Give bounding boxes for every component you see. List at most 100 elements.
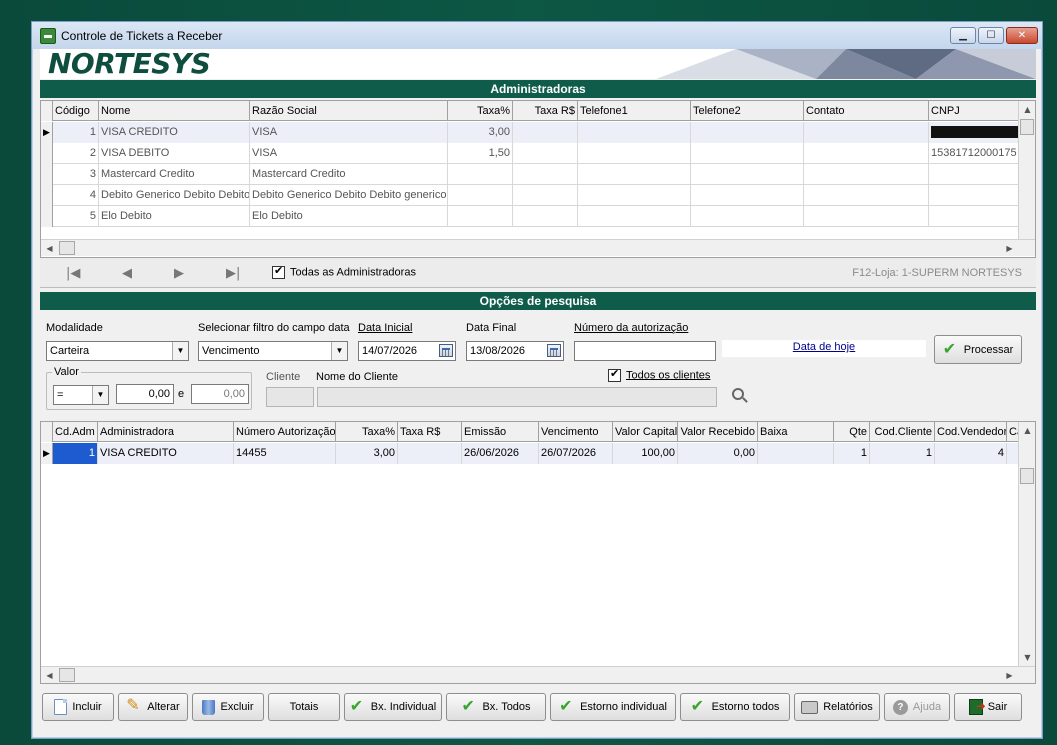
modalidade-select[interactable]: Carteira ▼ xyxy=(46,341,189,361)
scroll-down-icon[interactable]: ▼ xyxy=(1019,649,1035,666)
col-taxa-pct[interactable]: Taxa% xyxy=(448,101,513,121)
admin-row[interactable]: 4 Debito Generico Debito Debito g Debito… xyxy=(41,185,1019,206)
all-admins-checkbox[interactable]: Todas as Administradoras xyxy=(272,264,416,279)
cnpj-redacted xyxy=(929,122,1019,143)
tickets-grid[interactable]: Cd.Adm Administradora Número Autorização… xyxy=(40,421,1036,684)
checkbox-icon xyxy=(608,367,621,382)
data-hoje-link[interactable]: Data de hoje xyxy=(793,341,855,353)
banner-decoration xyxy=(656,49,1036,79)
search-icon[interactable] xyxy=(732,388,744,400)
cliente-label: Cliente xyxy=(266,371,301,383)
scroll-left-icon[interactable]: ◀ xyxy=(41,240,58,257)
scroll-thumb[interactable] xyxy=(59,241,75,255)
data-inicial-input[interactable]: 14/07/2026 xyxy=(358,341,456,361)
check-icon xyxy=(461,696,477,716)
col-contato[interactable]: Contato xyxy=(804,101,929,121)
nome-cliente-input[interactable] xyxy=(317,387,717,407)
ajuda-button[interactable]: ? Ajuda xyxy=(884,693,950,721)
bx-todos-button[interactable]: Bx. Todos xyxy=(446,693,546,721)
title-bar[interactable]: Controle de Tickets a Receber ▁ ☐ ✕ xyxy=(32,22,1042,49)
col-valor-recebido[interactable]: Valor Recebido xyxy=(678,422,758,442)
row-pointer-icon: ▶ xyxy=(41,443,53,464)
check-icon xyxy=(350,696,366,716)
maximize-button[interactable]: ☐ xyxy=(978,27,1004,44)
col-telefone2[interactable]: Telefone2 xyxy=(691,101,804,121)
tickets-horizontal-scrollbar[interactable]: ◀ ▶ xyxy=(41,666,1035,683)
admins-grid-header: Código Nome Razão Social Taxa% Taxa R$ T… xyxy=(41,101,1019,121)
last-record-icon[interactable]: ▶| xyxy=(226,266,240,281)
admins-grid[interactable]: Código Nome Razão Social Taxa% Taxa R$ T… xyxy=(40,100,1036,258)
estorno-individual-button[interactable]: Estorno individual xyxy=(550,693,676,721)
filtro-data-select[interactable]: Vencimento ▼ xyxy=(198,341,348,361)
scroll-thumb[interactable] xyxy=(1020,468,1034,484)
scroll-up-icon[interactable]: ▲ xyxy=(1019,422,1035,439)
col-qte[interactable]: Qte xyxy=(834,422,870,442)
window-title: Controle de Tickets a Receber xyxy=(61,28,223,43)
excluir-button[interactable]: Excluir xyxy=(192,693,264,721)
col-codigo[interactable]: Código xyxy=(53,101,99,121)
col-emissao[interactable]: Emissão xyxy=(462,422,539,442)
scroll-right-icon[interactable]: ▶ xyxy=(1001,240,1018,257)
tickets-vertical-scrollbar[interactable]: ▲ ▼ xyxy=(1018,422,1035,666)
autorizacao-input[interactable] xyxy=(574,341,716,361)
prior-record-icon[interactable]: ◀ xyxy=(122,266,132,281)
brand-banner: NORTESYS xyxy=(40,49,1036,79)
cliente-input[interactable] xyxy=(266,387,314,407)
col-taxa-rs[interactable]: Taxa R$ xyxy=(398,422,462,442)
scroll-up-icon[interactable]: ▲ xyxy=(1019,101,1035,118)
col-administradora[interactable]: Administradora xyxy=(98,422,234,442)
valor-operator-select[interactable]: = ▼ xyxy=(53,385,109,405)
col-cnpj[interactable]: CNPJ xyxy=(929,101,1019,121)
check-icon xyxy=(943,339,959,359)
data-final-input[interactable]: 13/08/2026 xyxy=(466,341,564,361)
new-document-icon xyxy=(54,699,68,715)
col-cod-cliente[interactable]: Cod.Cliente xyxy=(870,422,935,442)
col-numero-autorizacao[interactable]: Número Autorização xyxy=(234,422,336,442)
chevron-down-icon[interactable]: ▼ xyxy=(92,386,108,404)
admins-vertical-scrollbar[interactable]: ▲ xyxy=(1018,101,1035,239)
scroll-left-icon[interactable]: ◀ xyxy=(41,667,58,683)
totais-button[interactable]: Totais xyxy=(268,693,340,721)
first-record-icon[interactable]: |◀ xyxy=(66,266,80,281)
calendar-icon[interactable] xyxy=(547,344,561,357)
scroll-thumb[interactable] xyxy=(1020,119,1034,135)
col-taxa-rs[interactable]: Taxa R$ xyxy=(513,101,578,121)
nome-cliente-label: Nome do Cliente xyxy=(316,371,398,383)
scroll-right-icon[interactable]: ▶ xyxy=(1001,667,1018,683)
scroll-thumb[interactable] xyxy=(59,668,75,682)
bx-individual-button[interactable]: Bx. Individual xyxy=(344,693,442,721)
admin-row[interactable]: 2 VISA DEBITO VISA 1,50 15381712000175 xyxy=(41,143,1019,164)
col-valor-capital[interactable]: Valor Capital xyxy=(613,422,678,442)
filtro-data-label: Selecionar filtro do campo data xyxy=(198,322,350,334)
admins-horizontal-scrollbar[interactable]: ◀ ▶ xyxy=(41,239,1035,256)
app-icon xyxy=(40,27,56,44)
ticket-row[interactable]: ▶ 1 VISA CREDITO 14455 3,00 26/06/2026 2… xyxy=(41,443,1021,464)
valor-ate-input[interactable]: 0,00 xyxy=(191,384,249,404)
admin-row[interactable]: ▶ 1 VISA CREDITO VISA 3,00 xyxy=(41,122,1019,143)
col-vencimento[interactable]: Vencimento xyxy=(539,422,613,442)
col-taxa-pct[interactable]: Taxa% xyxy=(336,422,398,442)
minimize-button[interactable]: ▁ xyxy=(950,27,976,44)
chevron-down-icon[interactable]: ▼ xyxy=(172,342,188,360)
brand-logo: NORTESYS xyxy=(48,49,211,79)
col-nome[interactable]: Nome xyxy=(99,101,250,121)
calendar-icon[interactable] xyxy=(439,344,453,357)
col-razao-social[interactable]: Razão Social xyxy=(250,101,448,121)
admin-row[interactable]: 3 Mastercard Credito Mastercard Credito xyxy=(41,164,1019,185)
sair-button[interactable]: Sair xyxy=(954,693,1022,721)
alterar-button[interactable]: Alterar xyxy=(118,693,188,721)
chevron-down-icon[interactable]: ▼ xyxy=(331,342,347,360)
close-button[interactable]: ✕ xyxy=(1006,27,1038,44)
col-baixa[interactable]: Baixa xyxy=(758,422,834,442)
relatorios-button[interactable]: Relatórios xyxy=(794,693,880,721)
col-cd-adm[interactable]: Cd.Adm xyxy=(53,422,98,442)
admin-row[interactable]: 5 Elo Debito Elo Debito xyxy=(41,206,1019,227)
todos-clientes-checkbox[interactable]: Todos os clientes xyxy=(608,367,710,382)
incluir-button[interactable]: Incluir xyxy=(42,693,114,721)
col-cod-vendedor[interactable]: Cod.Vendedor xyxy=(935,422,1007,442)
next-record-icon[interactable]: ▶ xyxy=(174,266,184,281)
col-telefone1[interactable]: Telefone1 xyxy=(578,101,691,121)
valor-de-input[interactable]: 0,00 xyxy=(116,384,174,404)
processar-button[interactable]: Processar xyxy=(934,335,1022,364)
estorno-todos-button[interactable]: Estorno todos xyxy=(680,693,790,721)
